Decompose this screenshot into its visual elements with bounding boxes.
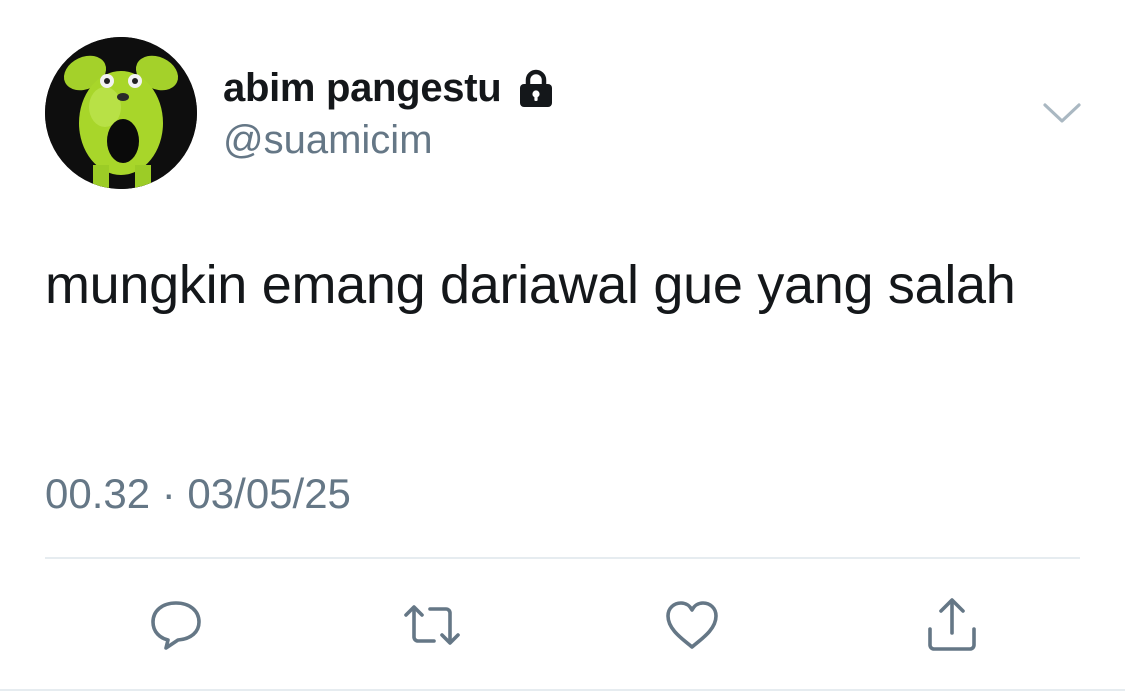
user-name-row: abim pangestu [223,64,557,112]
avatar[interactable] [45,37,197,189]
share-button[interactable] [919,592,985,658]
lock-icon [520,69,553,107]
chevron-down-icon[interactable] [1041,97,1083,127]
retweet-button[interactable] [399,592,465,658]
like-button[interactable] [659,592,725,658]
tweet-text: mungkin emang dariawal gue yang salah [45,255,1016,315]
reply-icon [151,601,201,650]
tweet-timestamp[interactable]: 00.32 · 03/05/25 [45,470,351,518]
like-icon [666,601,718,649]
user-handle[interactable]: @suamicim [223,118,433,163]
share-icon [928,598,976,651]
green-monster-avatar-icon [45,37,197,189]
retweet-icon [404,605,460,645]
reply-button[interactable] [143,592,209,658]
divider [45,557,1080,559]
display-name[interactable]: abim pangestu [223,66,502,111]
